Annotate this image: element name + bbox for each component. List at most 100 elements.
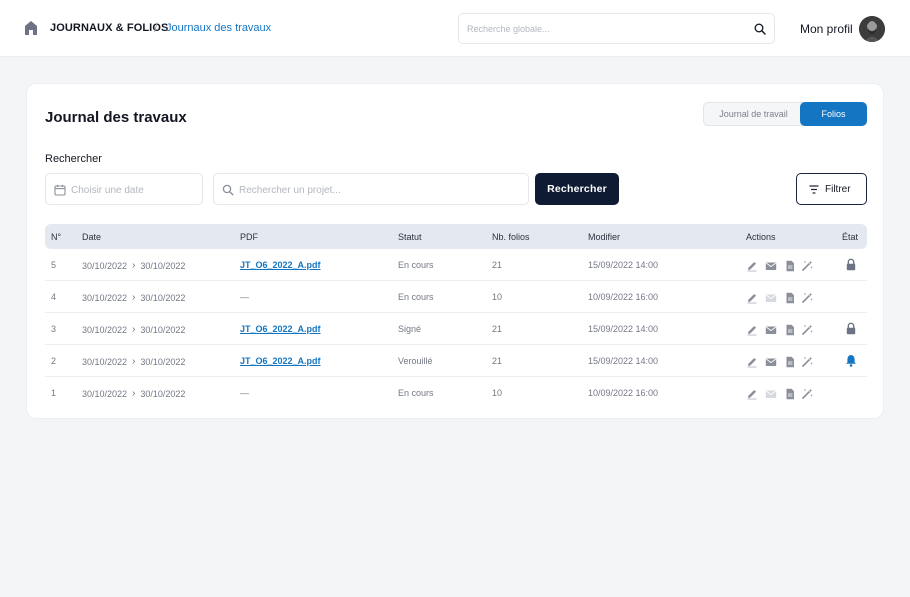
edit-icon[interactable] <box>746 291 758 304</box>
column-header-etat: État <box>842 232 859 242</box>
date-from: 30/10/2022 <box>82 260 128 271</box>
mail-icon[interactable] <box>765 259 777 271</box>
cell-date: 30/10/2022 › 30/10/2022 <box>82 292 185 303</box>
breadcrumb-root[interactable]: JOURNAUX & FOLIOS <box>50 22 168 34</box>
magic-wand-icon[interactable] <box>801 387 813 400</box>
tab-folios[interactable]: Folios <box>800 102 867 126</box>
filter-button-label: Filtrer <box>825 184 851 195</box>
filter-icon <box>809 185 819 194</box>
cell-pdf: — <box>240 292 249 302</box>
column-header-pdf[interactable]: PDF <box>240 232 258 242</box>
view-switch: Journal de travail Folios <box>703 102 867 126</box>
breadcrumb-current[interactable]: Journaux des travaux <box>166 22 271 34</box>
column-header-statut[interactable]: Statut <box>398 232 422 242</box>
cell-modifier: 15/09/2022 14:00 <box>588 324 659 334</box>
document-icon[interactable] <box>784 323 796 336</box>
lock-icon <box>845 258 857 271</box>
project-search-field <box>213 173 529 205</box>
table-row[interactable]: 4 30/10/2022 › 30/10/2022 — En cours 10 10/… <box>45 281 867 313</box>
document-icon[interactable] <box>784 387 796 400</box>
tab-journal-de-travail[interactable]: Journal de travail <box>703 102 803 126</box>
search-button[interactable]: Rechercher <box>535 173 619 205</box>
cell-modifier: 15/09/2022 14:00 <box>588 356 659 366</box>
date-to: 30/10/2022 <box>140 388 186 399</box>
cell-nb-folios: 21 <box>492 324 503 334</box>
document-icon[interactable] <box>784 355 796 368</box>
search-icon[interactable] <box>754 23 766 35</box>
profile-link[interactable]: Mon profil <box>800 22 853 36</box>
date-to: 30/10/2022 <box>140 356 186 367</box>
avatar-image <box>859 16 885 42</box>
mail-icon[interactable] <box>765 323 777 335</box>
column-header-nb-folios[interactable]: Nb. folios <box>492 232 530 242</box>
magic-wand-icon[interactable] <box>801 291 813 304</box>
table-body: 5 30/10/2022 › 30/10/2022 JT_O6_2022_A.p… <box>45 249 867 409</box>
project-search-input[interactable] <box>239 181 509 199</box>
cell-pdf: — <box>240 388 249 398</box>
magic-wand-icon[interactable] <box>801 323 813 336</box>
date-from: 30/10/2022 <box>82 324 128 335</box>
column-header-date[interactable]: Date <box>82 232 101 242</box>
filter-button[interactable]: Filtrer <box>796 173 867 205</box>
main-card: Journal des travaux Journal de travail F… <box>26 83 884 419</box>
edit-icon[interactable] <box>746 323 758 336</box>
cell-date: 30/10/2022 › 30/10/2022 <box>82 324 185 335</box>
magic-wand-icon[interactable] <box>801 259 813 272</box>
pdf-link[interactable]: JT_O6_2022_A.pdf <box>240 260 321 270</box>
mail-icon[interactable] <box>765 355 777 367</box>
table-row[interactable]: 5 30/10/2022 › 30/10/2022 JT_O6_2022_A.p… <box>45 249 867 281</box>
calendar-icon <box>54 184 66 196</box>
date-input[interactable] <box>71 181 196 199</box>
date-from: 30/10/2022 <box>82 356 128 367</box>
column-header-modifier[interactable]: Modifier <box>588 232 620 242</box>
pdf-link[interactable]: JT_O6_2022_A.pdf <box>240 356 321 366</box>
cell-date: 30/10/2022 › 30/10/2022 <box>82 388 185 399</box>
cell-modifier: 10/09/2022 16:00 <box>588 388 659 398</box>
avatar[interactable] <box>859 16 885 42</box>
chevron-right-icon: › <box>132 260 136 271</box>
cell-no: 5 <box>51 260 57 270</box>
edit-icon[interactable] <box>746 387 758 400</box>
chevron-right-icon: › <box>132 292 136 303</box>
cell-no: 1 <box>51 388 57 398</box>
page-title: Journal des travaux <box>45 109 187 126</box>
cell-no: 3 <box>51 324 57 334</box>
global-search <box>458 13 775 44</box>
cell-statut: En cours <box>398 260 434 270</box>
edit-icon[interactable] <box>746 355 758 368</box>
cell-nb-folios: 10 <box>492 292 503 302</box>
date-to: 30/10/2022 <box>140 260 186 271</box>
magic-wand-icon[interactable] <box>801 355 813 368</box>
date-to: 30/10/2022 <box>140 292 186 303</box>
table-row[interactable]: 3 30/10/2022 › 30/10/2022 JT_O6_2022_A.p… <box>45 313 867 345</box>
cell-nb-folios: 21 <box>492 356 503 366</box>
date-to: 30/10/2022 <box>140 324 186 335</box>
cell-modifier: 15/09/2022 14:00 <box>588 260 659 270</box>
journal-table: N° Date PDF Statut Nb. folios Modifier A… <box>45 224 867 409</box>
table-header: N° Date PDF Statut Nb. folios Modifier A… <box>45 224 867 249</box>
cell-date: 30/10/2022 › 30/10/2022 <box>82 356 185 367</box>
cell-statut: Verouillé <box>398 356 433 366</box>
document-icon[interactable] <box>784 291 796 304</box>
mail-icon <box>765 291 777 303</box>
chevron-right-icon: › <box>132 356 136 367</box>
cell-statut: Signé <box>398 324 422 334</box>
table-row[interactable]: 2 30/10/2022 › 30/10/2022 JT_O6_2022_A.p… <box>45 345 867 377</box>
column-header-actions: Actions <box>746 232 776 242</box>
table-row[interactable]: 1 30/10/2022 › 30/10/2022 — En cours 10 10/… <box>45 377 867 409</box>
cell-no: 2 <box>51 356 57 366</box>
search-section-label: Rechercher <box>45 153 102 165</box>
home-icon[interactable] <box>24 20 38 36</box>
search-icon <box>222 184 234 196</box>
cell-date: 30/10/2022 › 30/10/2022 <box>82 260 185 271</box>
cell-statut: En cours <box>398 388 434 398</box>
pdf-link[interactable]: JT_O6_2022_A.pdf <box>240 324 321 334</box>
bell-icon[interactable] <box>845 354 857 367</box>
document-icon[interactable] <box>784 259 796 272</box>
cell-no: 4 <box>51 292 57 302</box>
cell-nb-folios: 10 <box>492 388 503 398</box>
global-search-input[interactable] <box>467 20 737 38</box>
column-header-no[interactable]: N° <box>51 232 61 242</box>
edit-icon[interactable] <box>746 259 758 272</box>
cell-statut: En cours <box>398 292 434 302</box>
